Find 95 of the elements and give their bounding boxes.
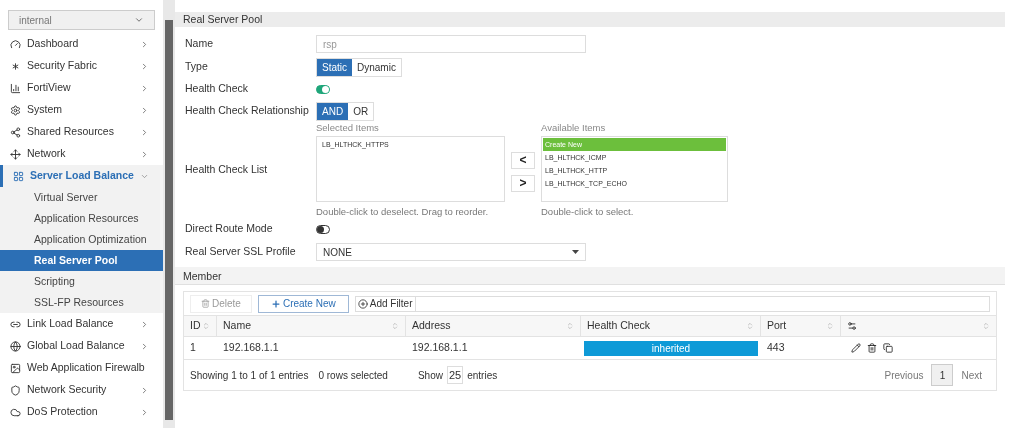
chevron-right-icon bbox=[140, 319, 149, 329]
filter-field[interactable]: Add Filter bbox=[354, 295, 990, 312]
section-header: Real Server Pool bbox=[175, 12, 1005, 27]
chevron-right-icon bbox=[140, 39, 149, 49]
field-label: Health Check Relationship bbox=[185, 103, 310, 119]
settings-icon bbox=[10, 104, 21, 116]
bar-chart-icon bbox=[10, 82, 21, 94]
next-button[interactable]: Next bbox=[953, 367, 990, 383]
table-cell-text: 192.168.1.1 bbox=[222, 340, 280, 356]
nav-subitem[interactable]: Real Server Pool bbox=[0, 250, 163, 271]
table-cell-text: 443 bbox=[766, 340, 786, 356]
nav-subitem[interactable]: Virtual Server bbox=[0, 187, 163, 208]
nav-subitem[interactable]: SSL-FP Resources bbox=[0, 292, 163, 313]
chevron-right-icon bbox=[140, 83, 149, 93]
nav-item[interactable]: DoS Protection bbox=[0, 401, 163, 423]
hint-text: Double-click to deselect. Drag to reorder. bbox=[316, 204, 490, 219]
nav-item[interactable]: Network bbox=[0, 143, 163, 165]
sort-icon bbox=[391, 322, 399, 330]
relationship-option[interactable]: AND bbox=[317, 102, 349, 120]
shield-icon bbox=[10, 384, 21, 396]
chevron-down-icon bbox=[134, 15, 144, 25]
edit-icon bbox=[851, 343, 861, 353]
health-check-toggle[interactable] bbox=[316, 84, 330, 94]
nav-subitem[interactable]: Application Resources bbox=[0, 208, 163, 229]
type-option[interactable]: Static bbox=[317, 58, 352, 76]
vdom-select[interactable]: internal bbox=[8, 10, 155, 30]
column-header[interactable]: Address bbox=[406, 316, 581, 336]
image-icon bbox=[10, 362, 21, 374]
sort-icon bbox=[746, 322, 754, 330]
nav-subitem[interactable]: Application Optimization bbox=[0, 229, 163, 250]
grid-icon bbox=[13, 170, 24, 182]
sort-icon bbox=[826, 322, 834, 330]
column-header[interactable]: ID bbox=[184, 316, 217, 336]
ssl-profile-select[interactable]: NONE bbox=[316, 243, 586, 261]
globe-icon bbox=[10, 340, 21, 352]
page-size-field[interactable]: 25 bbox=[446, 365, 464, 385]
sort-icon bbox=[982, 322, 990, 330]
table-cell-text: 192.168.1.1 bbox=[411, 340, 469, 356]
gauge-icon bbox=[10, 38, 21, 50]
cloud-icon bbox=[10, 406, 21, 418]
column-header[interactable]: Port bbox=[761, 316, 841, 336]
chevron-right-icon bbox=[140, 61, 149, 71]
list-title: Selected Items bbox=[316, 121, 380, 136]
nav-item[interactable]: Security Fabric bbox=[0, 55, 163, 77]
chevron-right-icon bbox=[140, 149, 149, 159]
nav-item[interactable]: Global Load Balance bbox=[0, 335, 163, 357]
nav-subitem[interactable]: Scripting bbox=[0, 271, 163, 292]
settings-icon bbox=[847, 321, 857, 331]
nav-item[interactable]: Shared Resources bbox=[0, 121, 163, 143]
entries-summary: Showing 1 to 1 of 1 entries bbox=[190, 368, 309, 383]
chevron-right-icon bbox=[140, 385, 149, 395]
column-header[interactable]: Name bbox=[217, 316, 406, 336]
move-right-button[interactable]: > bbox=[511, 175, 535, 192]
plus-icon bbox=[270, 298, 281, 309]
share-icon bbox=[10, 126, 21, 138]
field-label: Real Server SSL Profile bbox=[185, 244, 297, 260]
chevron-right-icon bbox=[140, 127, 149, 137]
create-new-button[interactable]: Create New bbox=[257, 294, 349, 313]
page-button[interactable]: 1 bbox=[931, 364, 954, 386]
field-label: Direct Route Mode bbox=[185, 221, 274, 237]
sort-icon bbox=[202, 322, 210, 330]
trash-icon bbox=[201, 299, 210, 308]
field-label: Health Check List bbox=[185, 162, 269, 178]
hint-text: Double-click to select. bbox=[541, 204, 635, 219]
status-bar: inherited bbox=[584, 340, 758, 356]
table-cell-text: 1 bbox=[189, 340, 197, 356]
section-header: Member bbox=[175, 267, 1005, 285]
show-label: Show bbox=[417, 368, 443, 383]
entries-label: entries bbox=[467, 368, 498, 383]
previous-button[interactable]: Previous bbox=[876, 367, 932, 383]
sort-icon bbox=[566, 322, 574, 330]
column-header[interactable]: Health Check bbox=[581, 316, 761, 336]
nav-item[interactable]: Web Application Firewalb bbox=[0, 357, 163, 379]
list-title: Available Items bbox=[541, 121, 607, 136]
move-icon bbox=[10, 148, 21, 160]
clone-icon bbox=[883, 343, 893, 353]
nav-item[interactable]: Link Load Balance bbox=[0, 313, 163, 335]
field-label: Health Check bbox=[185, 81, 250, 97]
delete-icon bbox=[867, 343, 877, 353]
dropdown-caret-icon bbox=[572, 250, 579, 254]
field-label: Name bbox=[185, 36, 214, 52]
nav-item[interactable]: Dashboard bbox=[0, 33, 163, 55]
chevron-right-icon bbox=[140, 407, 149, 417]
nav-item[interactable]: System bbox=[0, 99, 163, 121]
nav-item[interactable]: FortiView bbox=[0, 77, 163, 99]
chevron-right-icon bbox=[140, 105, 149, 115]
nav-item[interactable]: Network Security bbox=[0, 379, 163, 401]
move-left-button[interactable]: < bbox=[511, 152, 535, 169]
selection-summary: 0 rows selected bbox=[318, 368, 388, 383]
scrollbar[interactable] bbox=[163, 0, 175, 428]
asterisk-icon bbox=[10, 60, 21, 72]
add-filter-icon bbox=[357, 298, 368, 309]
direct-route-toggle[interactable] bbox=[316, 224, 330, 234]
field-label: Type bbox=[185, 59, 209, 75]
chevron-right-icon bbox=[140, 341, 149, 351]
